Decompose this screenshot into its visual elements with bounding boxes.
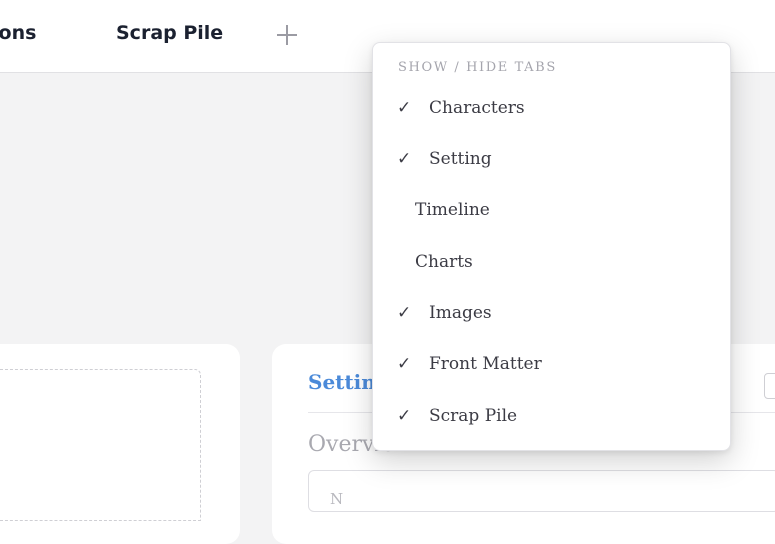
menu-item-timeline[interactable]: Timeline (373, 192, 730, 230)
dropzone-box[interactable] (0, 369, 201, 521)
menu-item-label: Scrap Pile (429, 406, 518, 426)
menu-item-scrap-pile[interactable]: ✓ Scrap Pile (373, 398, 730, 436)
menu-item-characters[interactable]: ✓ Characters (373, 90, 730, 128)
checkmark-icon: ✓ (397, 303, 412, 323)
checkmark-icon: ✓ (397, 149, 412, 169)
menu-item-front-matter[interactable]: ✓ Front Matter (373, 346, 730, 384)
menu-item-setting[interactable]: ✓ Setting (373, 141, 730, 179)
menu-item-images[interactable]: ✓ Images (373, 295, 730, 333)
menu-item-charts[interactable]: Charts (373, 244, 730, 282)
notes-field-placeholder: N (330, 490, 344, 508)
card-action-button[interactable] (764, 373, 775, 399)
tab-partial[interactable]: ions (0, 22, 36, 44)
menu-item-label: Characters (429, 98, 525, 118)
plus-icon[interactable] (274, 22, 300, 48)
checkmark-icon: ✓ (397, 406, 412, 426)
menu-item-label: Charts (415, 252, 473, 272)
notes-field[interactable] (308, 470, 775, 512)
checkmark-icon: ✓ (397, 354, 412, 374)
menu-item-label: Setting (429, 149, 492, 169)
show-hide-tabs-menu: SHOW / HIDE TABS ✓ Characters ✓ Setting … (372, 42, 731, 451)
setting-card-title: Settin (308, 370, 376, 394)
menu-item-label: Timeline (415, 200, 490, 220)
tab-scrap-pile[interactable]: Scrap Pile (116, 22, 223, 44)
menu-item-label: Front Matter (429, 354, 542, 374)
checkmark-icon: ✓ (397, 98, 412, 118)
menu-item-label: Images (429, 303, 492, 323)
menu-heading: SHOW / HIDE TABS (398, 60, 557, 75)
